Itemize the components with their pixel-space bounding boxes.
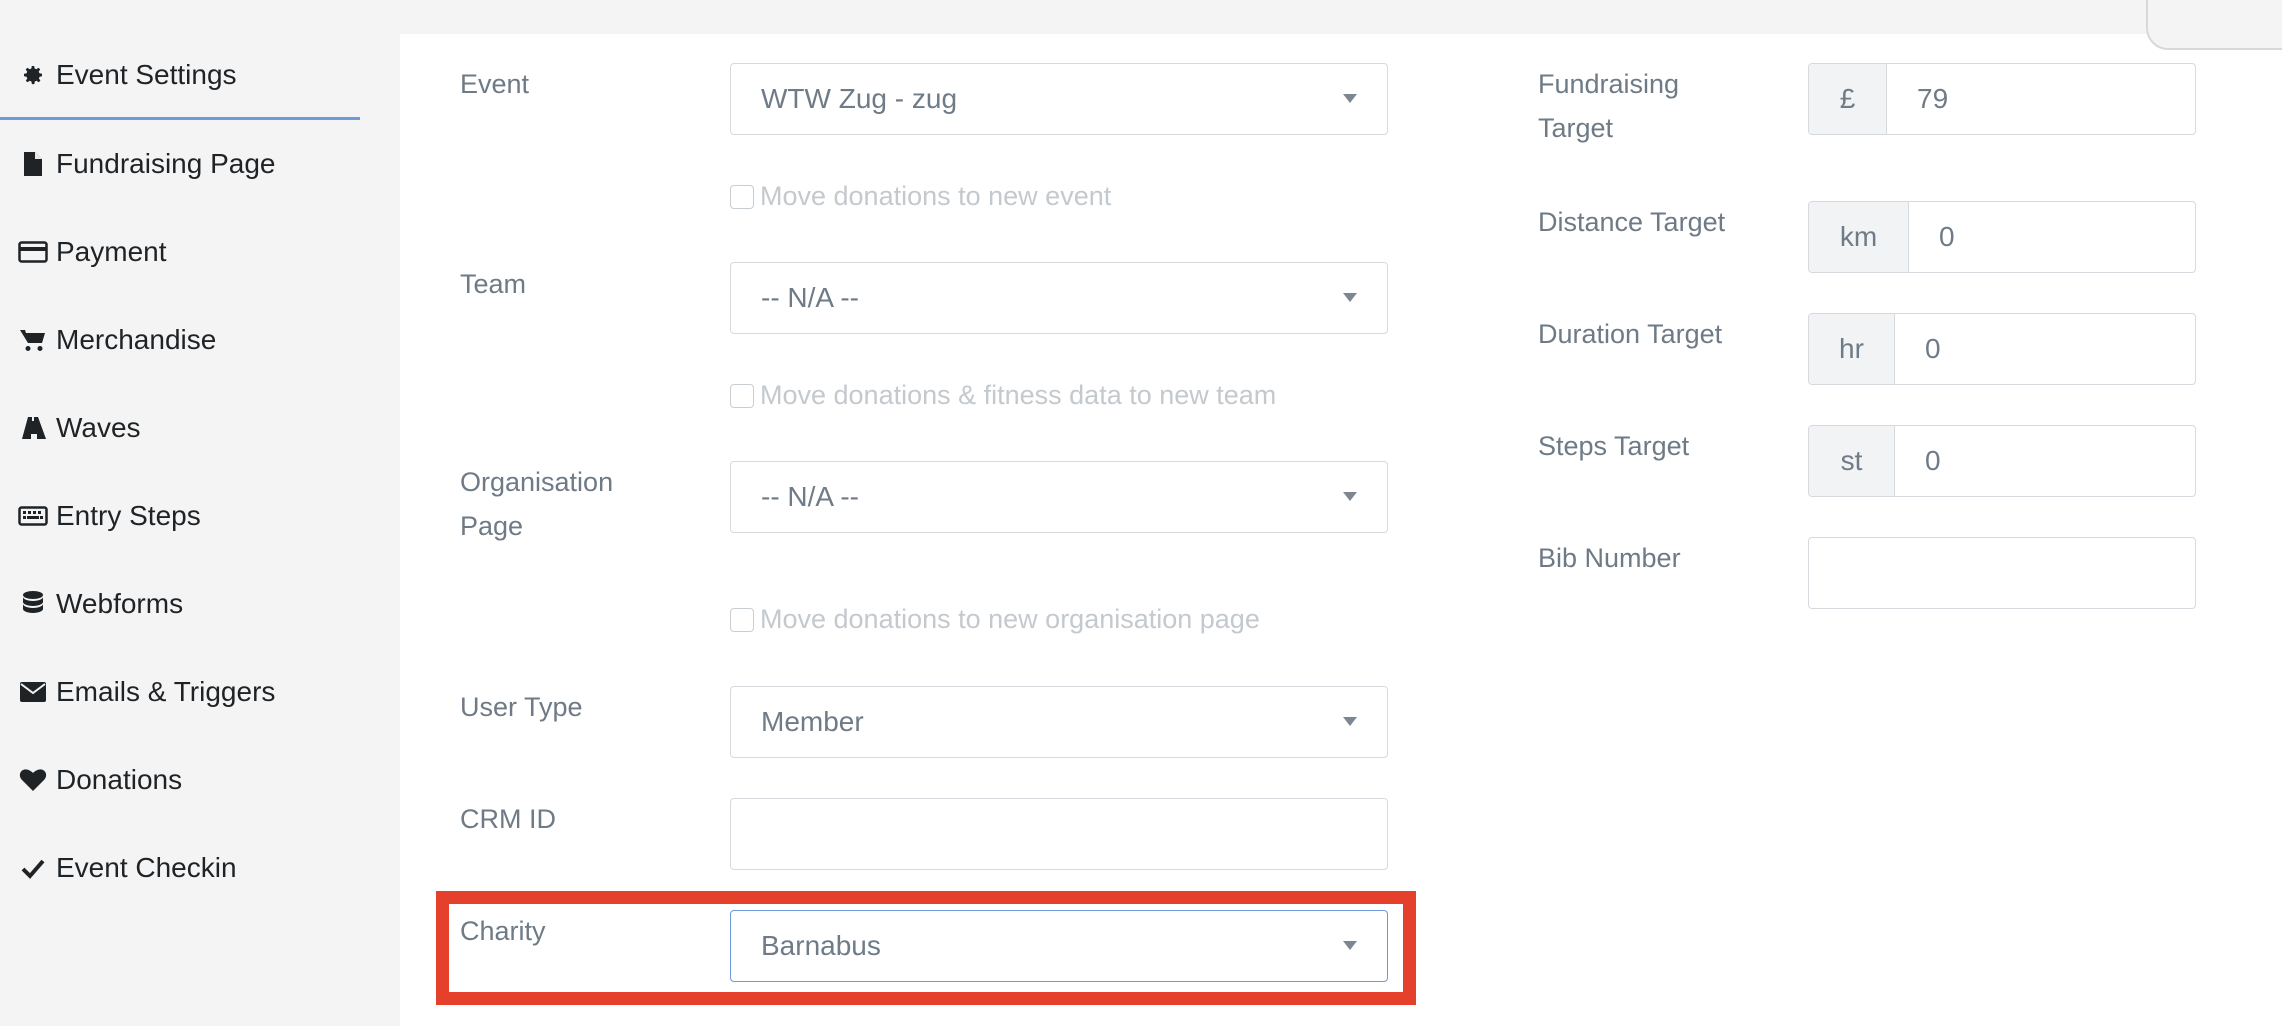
organisation-select-value: -- N/A --	[761, 481, 859, 512]
sidebar-item-fundraising-page[interactable]: Fundraising Page	[0, 120, 360, 208]
team-select-value: -- N/A --	[761, 282, 859, 313]
move-team-checkbox[interactable]	[730, 383, 754, 408]
move-org-label: Move donations to new organisation page	[760, 604, 1260, 634]
envelope-icon	[18, 677, 48, 707]
sidebar-item-donations[interactable]: Donations	[0, 736, 360, 824]
organisation-label: Organisation Page	[460, 460, 613, 548]
sidebar-item-label: Waves	[56, 412, 141, 443]
team-select[interactable]: -- N/A --	[730, 262, 1388, 334]
credit-card-icon	[18, 237, 48, 267]
road-icon	[18, 413, 48, 443]
sidebar-item-entry-steps[interactable]: Entry Steps	[0, 472, 360, 560]
user-type-select-value: Member	[761, 706, 864, 737]
event-select-value: WTW Zug - zug	[761, 83, 958, 114]
top-corner-tab	[2146, 0, 2282, 50]
sidebar-item-label: Event Settings	[56, 58, 237, 90]
currency-addon: £	[1809, 64, 1887, 134]
fundraising-target-input-group: £ 79	[1808, 63, 2196, 135]
user-type-select[interactable]: Member	[730, 686, 1388, 758]
move-event-row: Move donations to new event	[730, 181, 1111, 212]
organisation-label-line2: Page	[460, 511, 524, 541]
steps-target-input[interactable]: 0	[1895, 426, 2195, 496]
chevron-down-icon	[1343, 941, 1357, 950]
event-select[interactable]: WTW Zug - zug	[730, 63, 1388, 135]
charity-select-value: Barnabus	[761, 930, 881, 961]
sidebar-item-label: Merchandise	[56, 324, 217, 355]
crm-id-input[interactable]	[730, 798, 1388, 870]
organisation-select[interactable]: -- N/A --	[730, 461, 1388, 533]
file-icon	[18, 149, 48, 179]
team-label: Team	[460, 269, 527, 299]
chevron-down-icon	[1343, 94, 1357, 103]
charity-label: Charity	[460, 916, 546, 946]
gear-icon	[18, 60, 48, 90]
move-event-label: Move donations to new event	[760, 181, 1112, 211]
km-addon: km	[1809, 202, 1909, 272]
event-label: Event	[460, 69, 530, 99]
bib-number-input[interactable]	[1808, 537, 2196, 609]
heart-icon	[18, 765, 48, 795]
crm-id-label: CRM ID	[460, 804, 556, 834]
sidebar-item-label: Fundraising Page	[56, 148, 276, 179]
move-event-checkbox[interactable]	[730, 184, 754, 209]
distance-target-label: Distance Target	[1538, 207, 1726, 237]
move-org-checkbox[interactable]	[730, 607, 754, 632]
move-org-row: Move donations to new organisation page	[730, 604, 1260, 635]
sidebar-item-payment[interactable]: Payment	[0, 208, 360, 296]
sidebar-item-label: Emails & Triggers	[56, 676, 276, 707]
sidebar: Event Settings Fundraising Page Payment …	[0, 0, 400, 1026]
keyboard-icon	[18, 501, 48, 531]
chevron-down-icon	[1343, 717, 1357, 726]
steps-target-label: Steps Target	[1538, 431, 1690, 461]
move-team-label: Move donations & fitness data to new tea…	[760, 380, 1277, 410]
user-type-label: User Type	[460, 692, 583, 722]
duration-target-input[interactable]: 0	[1895, 314, 2195, 384]
sidebar-item-merchandise[interactable]: Merchandise	[0, 296, 360, 384]
steps-target-input-group: st 0	[1808, 425, 2196, 497]
distance-target-input-group: km 0	[1808, 201, 2196, 273]
sidebar-item-label: Webforms	[56, 588, 184, 619]
fundraising-target-label-line1: Fundraising	[1538, 69, 1680, 99]
check-icon	[18, 853, 48, 883]
chevron-down-icon	[1343, 293, 1357, 302]
sidebar-item-event-checkin[interactable]: Event Checkin	[0, 824, 360, 912]
sidebar-item-label: Donations	[56, 764, 183, 795]
bib-number-label: Bib Number	[1538, 543, 1681, 573]
cart-icon	[18, 325, 48, 355]
hr-addon: hr	[1809, 314, 1895, 384]
fundraising-target-label: Fundraising Target	[1538, 62, 1679, 150]
st-addon: st	[1809, 426, 1895, 496]
database-icon	[18, 589, 48, 619]
charity-select[interactable]: Barnabus	[730, 910, 1388, 982]
sidebar-item-label: Event Checkin	[56, 852, 237, 883]
organisation-label-line1: Organisation	[460, 467, 614, 497]
sidebar-item-label: Payment	[56, 236, 167, 267]
duration-target-label: Duration Target	[1538, 319, 1723, 349]
sidebar-item-event-settings[interactable]: Event Settings	[0, 32, 360, 120]
sidebar-item-webforms[interactable]: Webforms	[0, 560, 360, 648]
move-team-row: Move donations & fitness data to new tea…	[730, 380, 1276, 411]
fundraising-target-input[interactable]: 79	[1887, 64, 2195, 134]
duration-target-input-group: hr 0	[1808, 313, 2196, 385]
sidebar-item-emails-triggers[interactable]: Emails & Triggers	[0, 648, 360, 736]
sidebar-item-label: Entry Steps	[56, 500, 201, 531]
distance-target-input[interactable]: 0	[1909, 202, 2195, 272]
sidebar-item-waves[interactable]: Waves	[0, 384, 360, 472]
fundraising-target-label-line2: Target	[1538, 113, 1614, 143]
chevron-down-icon	[1343, 492, 1357, 501]
